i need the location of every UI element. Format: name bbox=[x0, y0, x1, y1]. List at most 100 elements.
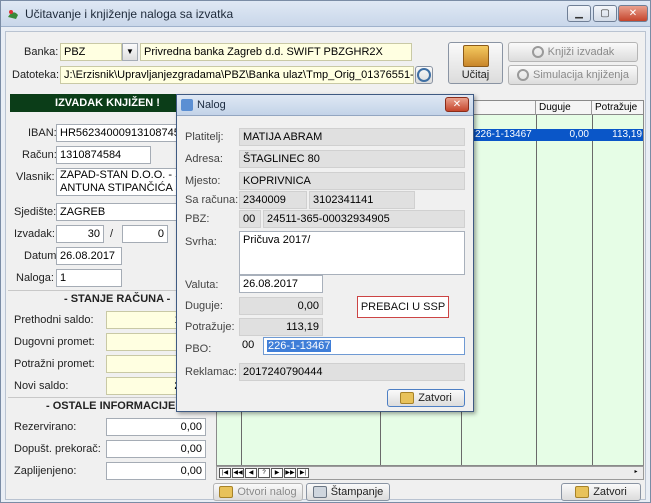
window-title: Učitavanje i knjiženje naloga sa izvatka bbox=[25, 7, 234, 21]
banka-code-field[interactable]: PBZ bbox=[60, 43, 122, 61]
grid-navigator: |◀ ◀◀ ◀ ? ▶ ▶▶ ▶| ▸ bbox=[216, 466, 644, 480]
title-bar[interactable]: Učitavanje i knjiženje naloga sa izvatka… bbox=[1, 1, 650, 27]
potrazuje-label: Potražuje: bbox=[185, 321, 235, 333]
grid-header-pbo[interactable] bbox=[472, 101, 536, 115]
search-icon bbox=[417, 68, 431, 82]
adresa-label: Adresa: bbox=[185, 153, 223, 165]
nav-prev-button[interactable]: ◀ bbox=[245, 468, 257, 478]
valuta-label: Valuta: bbox=[185, 279, 219, 291]
potrazuje-field: 113,19 bbox=[239, 318, 323, 336]
datoteka-label: Datoteka: bbox=[12, 69, 60, 81]
izvadak-separator: / bbox=[110, 228, 114, 240]
nav-next-page-button[interactable]: ▶▶ bbox=[284, 468, 296, 478]
dialog-close-button[interactable]: ✕ bbox=[445, 97, 469, 112]
nav-next-button[interactable]: ▶ bbox=[271, 468, 283, 478]
platitelj-field: MATIJA ABRAM bbox=[239, 128, 465, 146]
scroll-right-arrow[interactable]: ▸ bbox=[630, 468, 642, 478]
dialog-icon bbox=[181, 99, 193, 111]
nalog-dialog: Nalog ✕ Platitelj: MATIJA ABRAM Adresa: … bbox=[176, 94, 474, 412]
grid-line bbox=[592, 115, 593, 465]
saracuna-label: Sa računa: bbox=[185, 194, 239, 206]
pbo-label: PBO: bbox=[185, 343, 212, 355]
grid-header-duguje[interactable]: Duguje bbox=[536, 101, 592, 115]
valuta-field: 26.08.2017 bbox=[239, 275, 323, 293]
rezervirano-label: Rezervirano: bbox=[14, 421, 77, 433]
knjizi-izvadak-button[interactable]: Knjiži izvadak bbox=[508, 42, 638, 62]
banka-dropdown-arrow[interactable]: ▼ bbox=[122, 43, 138, 61]
printer-icon bbox=[312, 486, 327, 498]
mjesto-label: Mjesto: bbox=[185, 175, 221, 187]
nav-first-button[interactable]: |◀ bbox=[219, 468, 231, 478]
sjediste-label: Sjedište: bbox=[14, 206, 57, 218]
mjesto-field: KOPRIVNICA bbox=[239, 172, 465, 190]
dopust-field: 0,00 bbox=[106, 440, 206, 458]
dialog-title-bar[interactable]: Nalog ✕ bbox=[177, 95, 473, 116]
naloga-label: Naloga: bbox=[16, 272, 54, 284]
zaplijenjeno-label: Zaplijenjeno: bbox=[14, 465, 77, 477]
grid-cell-potrazuje: 113,19 bbox=[592, 129, 643, 141]
dialog-zatvori-button[interactable]: Zatvori bbox=[387, 389, 465, 407]
reklamac-field: 2017240790444 bbox=[239, 363, 465, 381]
gear-icon bbox=[531, 46, 544, 58]
zatvori-label: Zatvori bbox=[593, 486, 627, 498]
close-button[interactable]: ✕ bbox=[618, 5, 648, 22]
grid-line bbox=[536, 115, 537, 465]
dugovni-label: Dugovni promet: bbox=[14, 336, 95, 348]
browse-button[interactable] bbox=[415, 66, 433, 84]
minimize-button[interactable]: ▁ bbox=[567, 5, 591, 22]
novi-label: Novi saldo: bbox=[14, 380, 69, 392]
ucitaj-label: Učitaj bbox=[461, 69, 490, 81]
stampanje-button[interactable]: Štampanje bbox=[306, 483, 390, 501]
saracuna-account-field: 3102341141 bbox=[309, 191, 415, 209]
zatvori-button[interactable]: Zatvori bbox=[561, 483, 641, 501]
nav-prev-page-button[interactable]: ◀◀ bbox=[232, 468, 244, 478]
folder-icon bbox=[219, 486, 234, 498]
duguje-field: 0,00 bbox=[239, 297, 323, 315]
pbz-label: PBZ: bbox=[185, 213, 210, 225]
dopust-label: Dopušt. prekorač: bbox=[14, 443, 101, 455]
prebaci-ssp-button[interactable]: PREBACI U SSP bbox=[357, 296, 449, 318]
datum-field: 26.08.2017 bbox=[56, 247, 122, 265]
datoteka-path-field[interactable]: J:\Erzisnik\Upravljanjezgradama\PBZ\Bank… bbox=[60, 66, 414, 84]
adresa-field: ŠTAGLINEC 80 bbox=[239, 150, 465, 168]
izvadak-label: Izvadak: bbox=[14, 228, 55, 240]
duguje-label: Duguje: bbox=[185, 300, 223, 312]
maximize-button[interactable]: ▢ bbox=[593, 5, 617, 22]
ucitaj-button[interactable]: Učitaj bbox=[448, 42, 503, 84]
pbo-selected-text: 226-1-13467 bbox=[267, 340, 332, 352]
dialog-zatvori-label: Zatvori bbox=[418, 392, 452, 404]
nav-last-button[interactable]: ▶| bbox=[297, 468, 309, 478]
knjizi-label: Knjiži izvadak bbox=[547, 46, 615, 58]
pbo-input[interactable]: 226-1-13467 bbox=[263, 337, 465, 355]
izvadak-number-field: 30 bbox=[56, 225, 104, 243]
grid-cell-pbo: 226-1-13467 bbox=[472, 129, 536, 141]
reklamac-label: Reklamac: bbox=[185, 366, 237, 378]
box-icon bbox=[462, 45, 489, 67]
otvori-nalog-button[interactable]: Otvori nalog bbox=[213, 483, 303, 501]
dialog-title: Nalog bbox=[197, 99, 226, 111]
pbo-model-field: 00 bbox=[242, 339, 255, 351]
nav-help-button[interactable]: ? bbox=[258, 468, 270, 478]
prethodni-label: Prethodni saldo: bbox=[14, 314, 94, 326]
saracuna-bank-field: 2340009 bbox=[239, 191, 307, 209]
pbz-reference-field: 24511-365-00032934905 bbox=[263, 210, 465, 228]
racun-field: 1310874584 bbox=[56, 146, 151, 164]
folder-icon bbox=[575, 486, 590, 498]
platitelj-label: Platitelj: bbox=[185, 131, 224, 143]
stanje-title: - STANJE RAČUNA - bbox=[64, 293, 171, 305]
grid-header-potrazuje[interactable]: Potražuje bbox=[592, 101, 643, 115]
datum-label: Datum: bbox=[24, 250, 60, 262]
svrha-field: Pričuva 2017/ bbox=[239, 231, 465, 275]
simulacija-button[interactable]: Simulacija knjiženja bbox=[508, 65, 638, 85]
svrha-label: Svrha: bbox=[185, 236, 217, 248]
zaplijenjeno-field: 0,00 bbox=[106, 462, 206, 480]
stampanje-label: Štampanje bbox=[330, 486, 384, 498]
izvadak-total-field: 0 bbox=[122, 225, 168, 243]
iban-label: IBAN: bbox=[28, 127, 57, 139]
vlasnik-label: Vlasnik: bbox=[16, 171, 55, 183]
pbz-model-field: 00 bbox=[239, 210, 261, 228]
folder-icon bbox=[400, 392, 415, 404]
banka-name-field: Privredna banka Zagreb d.d. SWIFT PBZGHR… bbox=[140, 43, 412, 61]
gear-icon bbox=[517, 69, 529, 81]
main-window: Učitavanje i knjiženje naloga sa izvatka… bbox=[0, 0, 651, 503]
